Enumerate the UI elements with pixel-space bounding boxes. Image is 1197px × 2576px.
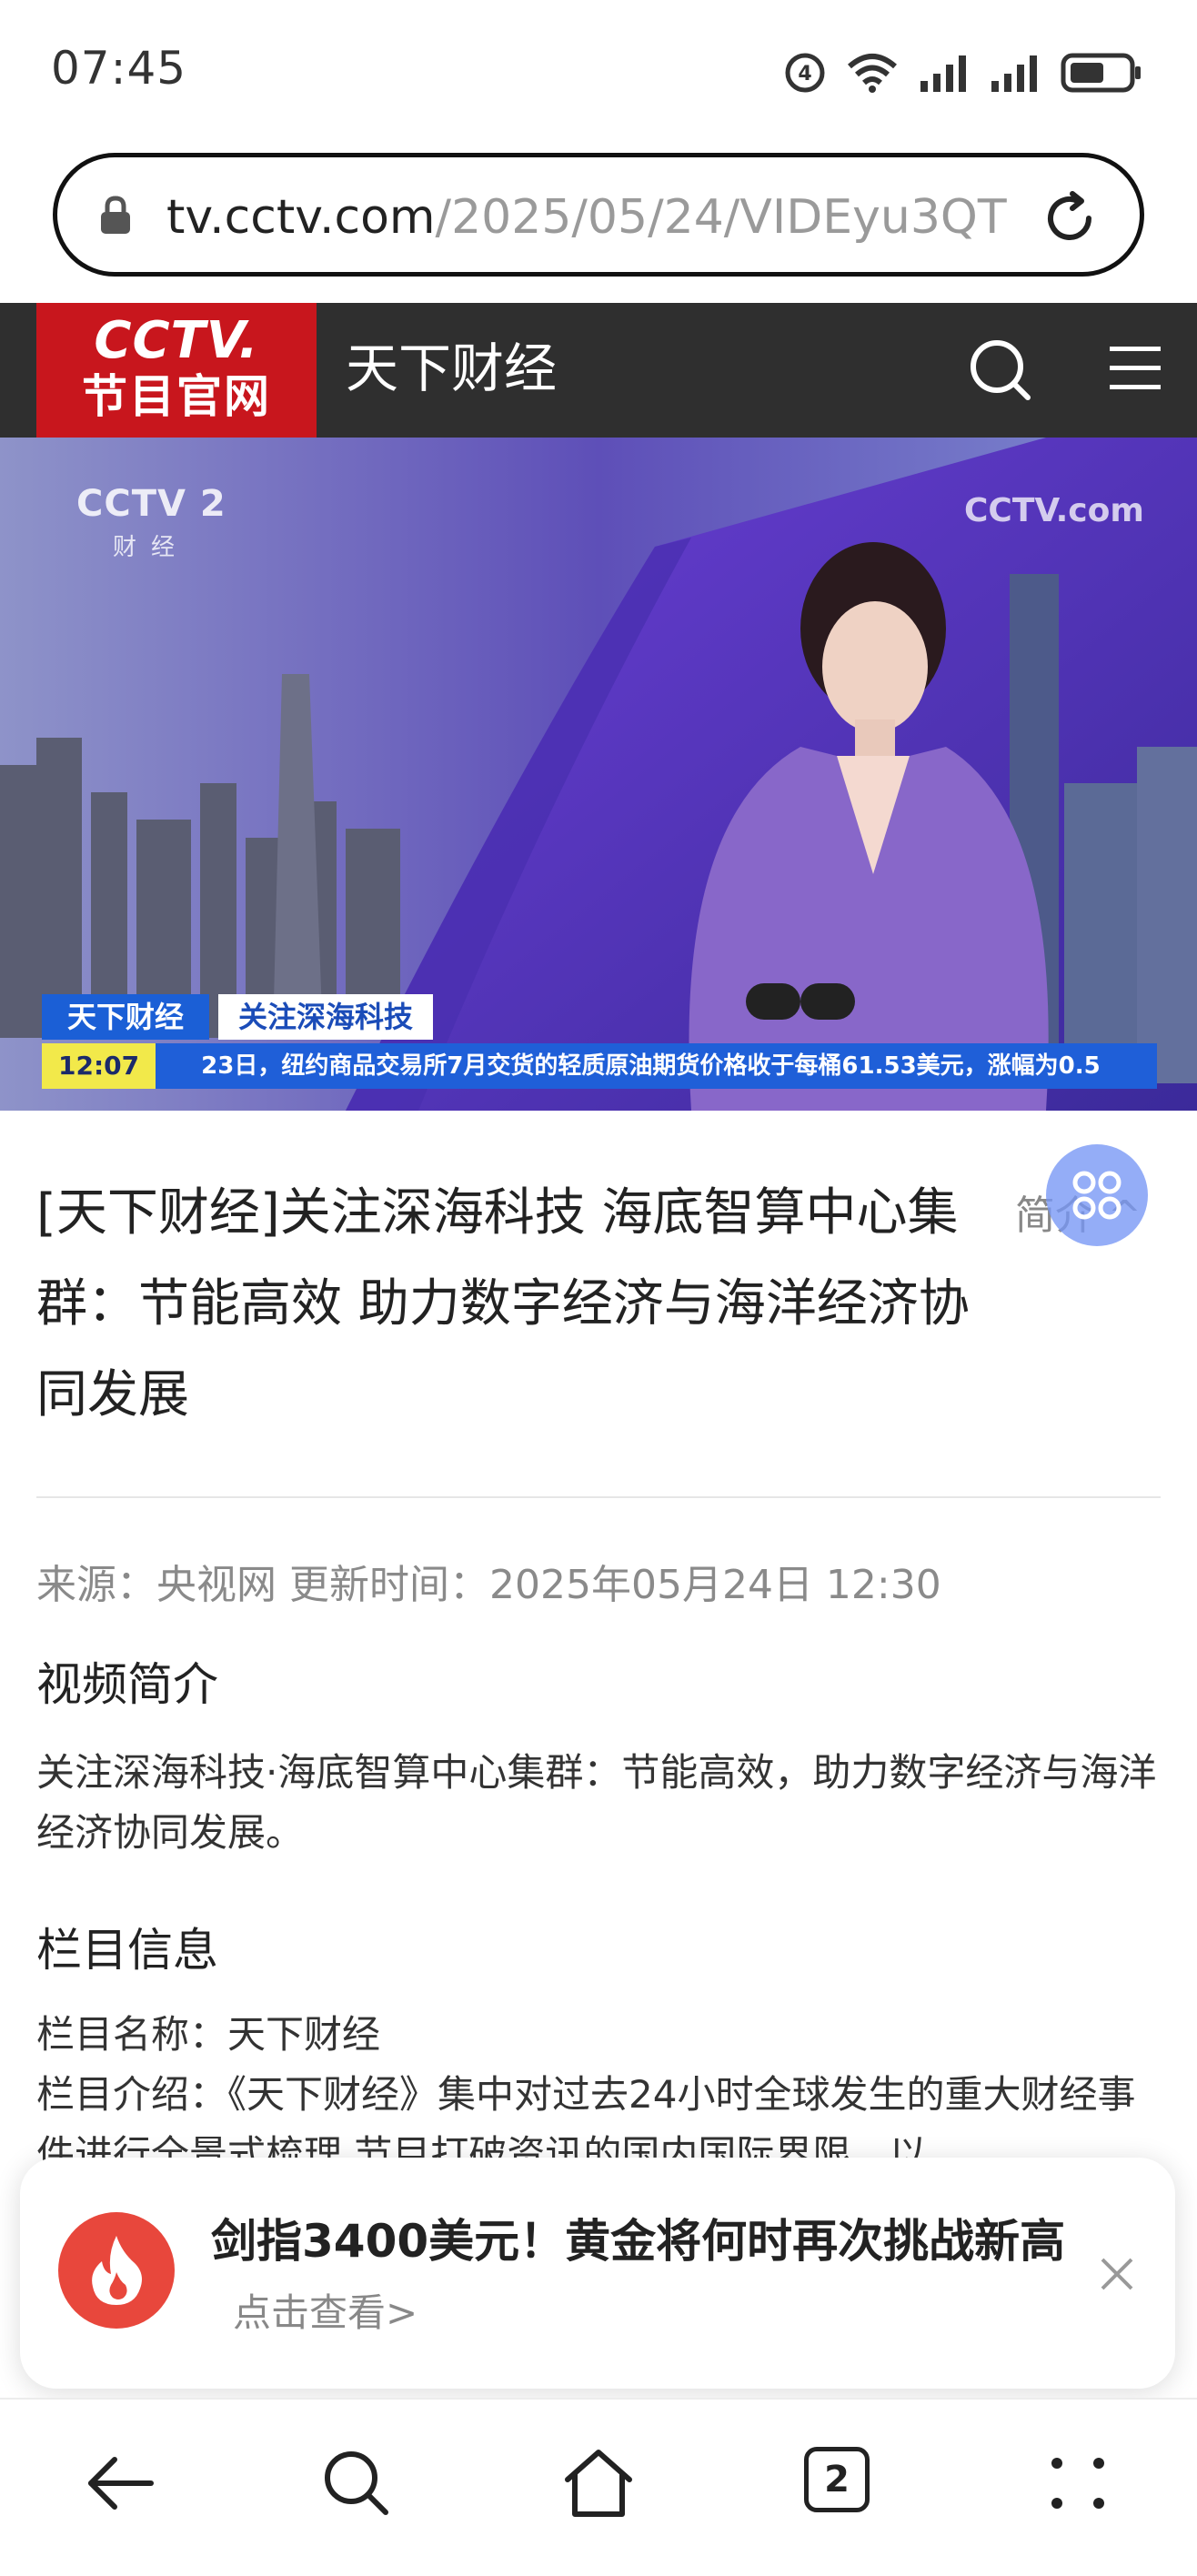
search-icon[interactable]: [964, 334, 1037, 407]
column-name: 栏目名称：天下财经: [36, 2012, 381, 2057]
video-player[interactable]: CCTV 2 财经 CCTV.com 天下财经 关注深海科技 12:07 23日…: [0, 438, 1197, 1111]
channel-title: 天下财经: [346, 337, 558, 399]
program-tag: 天下财经: [42, 994, 210, 1040]
flame-icon: [92, 2236, 142, 2305]
status-time: 07:45: [51, 42, 187, 95]
url-text[interactable]: tv.cctv.com/2025/05/24/VIDEyu3QT: [166, 190, 1058, 245]
browser-bottom-bar: 2: [0, 2398, 1197, 2576]
watermark: CCTV.com: [964, 492, 1144, 529]
article-meta: 来源：央视网 更新时间：2025年05月24日 12:30: [36, 1562, 941, 1608]
wifi-icon: [848, 54, 897, 93]
url-path: /2025/05/24/VIDEyu3QT: [435, 190, 1007, 245]
cctv-logo[interactable]: CCTV. 节目官网: [36, 303, 317, 438]
ticker-text: 23日，纽约商品交易所7月交货的轻质原油期货价格收于每桶61.53美元，涨幅为0…: [201, 1052, 1101, 1080]
address-bar[interactable]: tv.cctv.com/2025/05/24/VIDEyu3QT: [53, 153, 1144, 277]
site-header: CCTV. 节目官网 天下财经: [0, 303, 1197, 438]
tabs-button[interactable]: 2: [804, 2447, 870, 2512]
logo-bottom-text: 节目官网: [82, 370, 271, 423]
ticker-clock: 12:07: [42, 1043, 156, 1089]
home-icon[interactable]: [560, 2447, 637, 2520]
search-icon[interactable]: [320, 2447, 393, 2520]
notification-title[interactable]: 剑指3400美元！黄金将何时再次挑战新高点击查看>: [211, 2207, 1075, 2348]
signal-icon: [991, 55, 1037, 92]
status-icons: 4: [784, 47, 1142, 98]
video-intro-text: 关注深海科技·海底智算中心集群：节能高效，助力数字经济与海洋经济协同发展。: [36, 1750, 1157, 1855]
url-host: tv.cctv.com: [166, 190, 436, 245]
article-title: [天下财经]关注深海科技 海底智算中心集群：节能高效 助力数字经济与海洋经济协同…: [36, 1183, 970, 1424]
divider: [36, 1496, 1161, 1498]
svg-text:4: 4: [798, 63, 811, 86]
reload-icon[interactable]: [1040, 188, 1100, 248]
hd-call-icon: 4: [785, 53, 825, 93]
back-icon[interactable]: [84, 2447, 156, 2520]
lock-icon: [101, 196, 130, 234]
battery-icon: [1061, 53, 1141, 93]
status-bar: 07:45 4: [0, 0, 1197, 136]
notification-link[interactable]: 点击查看>: [233, 2290, 417, 2335]
floating-apps-button[interactable]: [1046, 1144, 1148, 1246]
notification-icon-badge: [58, 2212, 175, 2329]
grid-icon: [1072, 1171, 1122, 1220]
notification-title-text: 剑指3400美元！黄金将何时再次挑战新高: [211, 2215, 1066, 2268]
news-notification[interactable]: 剑指3400美元！黄金将何时再次挑战新高点击查看>: [20, 2158, 1175, 2389]
topic-tag: 关注深海科技: [218, 994, 434, 1040]
video-intro-heading: 视频简介: [36, 1658, 218, 1711]
cctv2-logo-sub: 财经: [113, 534, 190, 561]
signal-icon: [920, 55, 966, 92]
more-icon[interactable]: [1046, 2447, 1110, 2520]
news-ticker: 12:07 23日，纽约商品交易所7月交货的轻质原油期货价格收于每桶61.53美…: [42, 1043, 1157, 1089]
lower-third: 天下财经 关注深海科技: [42, 994, 434, 1040]
tab-count: 2: [804, 2447, 870, 2512]
logo-top-text: CCTV.: [94, 311, 259, 370]
close-icon[interactable]: [1097, 2254, 1137, 2294]
cctv2-logo: CCTV 2: [76, 483, 226, 525]
menu-icon[interactable]: [1108, 339, 1162, 397]
column-info-heading: 栏目信息: [36, 1924, 218, 1977]
